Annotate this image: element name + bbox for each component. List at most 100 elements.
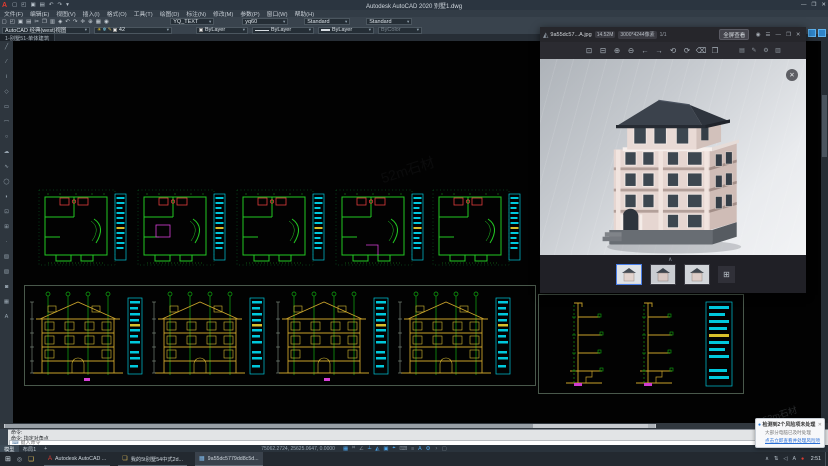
open-file-icon[interactable]: ◰ <box>21 2 26 8</box>
text-tool-icon[interactable]: A <box>5 314 9 329</box>
hatch-tool-icon[interactable]: ▨ <box>4 254 9 269</box>
layer-control[interactable]: ☀ ❄ ✎ 42 ▾ <box>94 27 172 34</box>
notification-close-icon[interactable]: ✕ <box>818 422 822 428</box>
taskbar-search-icon[interactable]: ◎ <box>17 456 22 463</box>
table-tool-icon[interactable]: ▦ <box>4 299 9 314</box>
revcloud-tool-icon[interactable]: ☁ <box>4 149 10 164</box>
layer-freeze-icon[interactable]: ❄ <box>102 27 106 33</box>
layer-on-icon[interactable]: ☀ <box>97 27 101 33</box>
command-line-grip[interactable] <box>0 429 8 445</box>
image-close-overlay-button[interactable]: ✕ <box>786 69 798 81</box>
spline-tool-icon[interactable]: ∿ <box>4 164 9 179</box>
line-tool-icon[interactable]: ╱ <box>5 44 8 59</box>
user-icon[interactable]: ◉ <box>756 32 761 38</box>
antivirus-tray-icon[interactable]: ● <box>801 456 804 462</box>
taskbar-button-autocad[interactable]: A Autodesk AutoCAD ... <box>44 452 110 466</box>
lineweight-select[interactable]: ByLayer▾ <box>318 27 374 34</box>
edit-image-icon[interactable]: ✎ <box>748 47 760 54</box>
hscroll-arrow[interactable] <box>648 424 655 428</box>
minimize-button[interactable]: — <box>801 2 807 8</box>
construction-line-tool-icon[interactable]: ⁄ <box>6 59 7 74</box>
polyline-tool-icon[interactable]: ≀ <box>5 74 7 89</box>
arc-tool-icon[interactable]: ⌒ <box>4 119 10 134</box>
fullscreen-icon[interactable]: ⊡ <box>582 46 596 55</box>
previous-image-icon[interactable]: ← <box>638 46 652 55</box>
elevation-drawings[interactable] <box>24 285 536 386</box>
linetype-select[interactable]: ByLayer▾ <box>252 27 314 34</box>
polygon-tool-icon[interactable]: ◇ <box>4 89 8 104</box>
notification-action-link[interactable]: 点击立即查看并处理风险项 <box>765 438 822 444</box>
polar-toggle-icon[interactable]: ∠ <box>359 446 364 452</box>
redo-toolbar-icon[interactable]: ↷ <box>73 19 78 25</box>
viewer-maximize-button[interactable]: ❐ <box>786 32 791 38</box>
save-icon[interactable]: ▣ <box>18 19 23 25</box>
rotate-right-icon[interactable]: ⟳ <box>680 46 694 55</box>
copy-image-icon[interactable]: ❐ <box>708 46 722 55</box>
rectangle-tool-icon[interactable]: ▭ <box>4 104 9 119</box>
plot-icon[interactable]: ▤ <box>40 2 45 8</box>
workspace-select[interactable]: AutoCAD 经典(west)视图▾ <box>2 27 90 34</box>
tab-layout1[interactable]: 布局1 <box>19 445 41 452</box>
maximize-button[interactable]: ❐ <box>811 2 816 8</box>
match-properties-icon[interactable]: ◈ <box>58 19 62 25</box>
tab-model[interactable]: 模型 <box>0 445 19 452</box>
color-select[interactable]: ByLayer▾ <box>196 27 248 34</box>
undo-icon[interactable]: ↶ <box>49 2 54 8</box>
rotate-left-icon[interactable]: ⟲ <box>666 46 680 55</box>
thumbnail-grid-button[interactable]: ⊞ <box>718 266 735 283</box>
otrack-toggle-icon[interactable]: ⌖ <box>392 445 395 452</box>
delete-image-icon[interactable]: ⌫ <box>694 46 708 55</box>
grid-toggle-icon[interactable]: ▦ <box>343 446 348 452</box>
open-icon[interactable]: ◰ <box>10 19 15 25</box>
isodraft-toggle-icon[interactable]: ◭ <box>375 446 379 452</box>
drawing-tab[interactable]: 1-别墅51-单体建筑 <box>0 34 55 41</box>
ellipse-tool-icon[interactable]: ◯ <box>3 179 9 194</box>
canvas-utility-icon-1[interactable] <box>808 29 816 37</box>
network-icon[interactable]: ⇅ <box>774 456 778 462</box>
hscroll-thumb[interactable] <box>5 424 533 428</box>
workspace-switch-icon[interactable]: ⚙ <box>426 446 431 452</box>
layers-icon[interactable]: ▦ <box>96 19 101 25</box>
point-tool-icon[interactable]: · <box>6 239 8 254</box>
file-explorer-icon[interactable]: ❏ <box>28 455 34 463</box>
layer-lock-icon[interactable]: ✎ <box>108 27 112 33</box>
start-button-icon[interactable]: ⊞ <box>5 455 11 463</box>
rendered-image[interactable]: ✕ <box>540 59 806 255</box>
osnap-toggle-icon[interactable]: ▣ <box>383 446 388 452</box>
zoom-in-icon[interactable]: ⊕ <box>610 46 624 55</box>
annotation-scale-icon[interactable]: A <box>418 446 422 452</box>
mleader-style-select[interactable]: Standard▾ <box>366 18 412 25</box>
dim-style-select[interactable]: yq60▾ <box>242 18 288 25</box>
text-style-select[interactable]: YQ_TEXT▾ <box>170 18 214 25</box>
thumbnail-1[interactable] <box>616 264 642 285</box>
next-image-icon[interactable]: → <box>652 46 666 55</box>
cut-icon[interactable]: ✂ <box>34 19 39 25</box>
volume-icon[interactable]: ◁ <box>783 456 787 462</box>
properties-icon[interactable]: ◉ <box>104 19 109 25</box>
viewer-settings-icon[interactable]: ⚙ <box>760 47 772 54</box>
circle-tool-icon[interactable]: ○ <box>5 134 8 149</box>
thumbnail-collapse-icon[interactable]: ∧ <box>668 256 672 263</box>
ortho-toggle-icon[interactable]: ⟂ <box>368 445 372 452</box>
undo-toolbar-icon[interactable]: ↶ <box>65 19 70 25</box>
gradient-tool-icon[interactable]: ▧ <box>4 269 9 284</box>
new-icon[interactable]: ▢ <box>2 19 7 25</box>
ellipse-arc-tool-icon[interactable]: ◗ <box>5 194 8 209</box>
print-icon[interactable]: ▤ <box>26 19 31 25</box>
snap-toggle-icon[interactable]: ⌗ <box>352 445 355 452</box>
viewer-close-button[interactable]: ✕ <box>796 32 801 38</box>
table-style-select[interactable]: Standard▾ <box>304 18 350 25</box>
fullscreen-view-button[interactable]: 全屏查看 <box>719 29 749 40</box>
taskbar-button-folder[interactable]: ❏ 我的5t别墅54中式2d... <box>118 452 187 466</box>
ime-indicator-icon[interactable]: A <box>792 456 796 462</box>
tab-add-layout[interactable]: + <box>40 445 51 452</box>
make-block-tool-icon[interactable]: ⊞ <box>4 224 9 239</box>
viewer-minimize-button[interactable]: — <box>775 32 781 38</box>
fit-window-icon[interactable]: ⊟ <box>596 46 610 55</box>
pan-icon[interactable]: ✛ <box>81 19 86 25</box>
insert-block-tool-icon[interactable]: ⊡ <box>4 209 9 224</box>
vertical-scrollbar-thumb[interactable] <box>822 95 827 157</box>
qat-dropdown-icon[interactable]: ▾ <box>66 2 69 8</box>
paste-icon[interactable]: ▥ <box>50 19 55 25</box>
thumbnail-3[interactable] <box>684 264 710 285</box>
